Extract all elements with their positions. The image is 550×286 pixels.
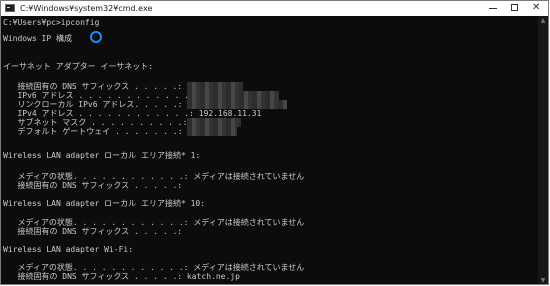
scroll-down-icon[interactable]: ▼ [538, 276, 548, 284]
redacted-value [187, 82, 243, 91]
close-button[interactable]: ✕ [526, 1, 548, 16]
console-line: デフォルト ゲートウェイ . . . . . . .: [3, 127, 183, 136]
console-line: Wireless LAN adapter ローカル エリア接続* 1: [3, 151, 201, 160]
minimize-icon [489, 8, 497, 9]
console-line: 接続固有の DNS サフィックス . . . . .: [3, 181, 183, 190]
redacted-value [187, 91, 279, 100]
vertical-scrollbar[interactable]: ▲ ▼ [538, 16, 548, 284]
minimize-button[interactable] [482, 1, 504, 16]
redacted-value [187, 100, 287, 109]
maximize-icon [511, 4, 518, 11]
console-line: イーサネット アダプター イーサネット: [3, 62, 154, 71]
console-line: 接続固有の DNS サフィックス . . . . .: [3, 227, 183, 236]
cmd-window: C:¥Windows¥system32¥cmd.exe ✕ C:¥Users¥p… [0, 0, 549, 285]
console-line: Wireless LAN adapter Wi-Fi: [3, 245, 134, 254]
maximize-button[interactable] [504, 1, 526, 16]
redacted-value [187, 118, 241, 127]
window-title: C:¥Windows¥system32¥cmd.exe [20, 4, 153, 13]
console-line: Wireless LAN adapter ローカル エリア接続* 10: [3, 199, 206, 208]
console-line: C:¥Users¥pc>ipconfig [3, 18, 100, 27]
title-bar[interactable]: C:¥Windows¥system32¥cmd.exe ✕ [1, 1, 548, 16]
console-output[interactable]: C:¥Users¥pc>ipconfig Windows IP 構成 イーサネッ… [1, 16, 539, 284]
close-icon: ✕ [532, 2, 541, 13]
scroll-up-icon[interactable]: ▲ [538, 16, 548, 26]
busy-spinner-icon [90, 31, 102, 43]
cmd-icon [5, 4, 15, 12]
console-line: Windows IP 構成 [3, 34, 72, 43]
console-line: 接続固有の DNS サフィックス . . . . .: katch.ne.jp [3, 272, 240, 281]
redacted-value [187, 127, 237, 136]
